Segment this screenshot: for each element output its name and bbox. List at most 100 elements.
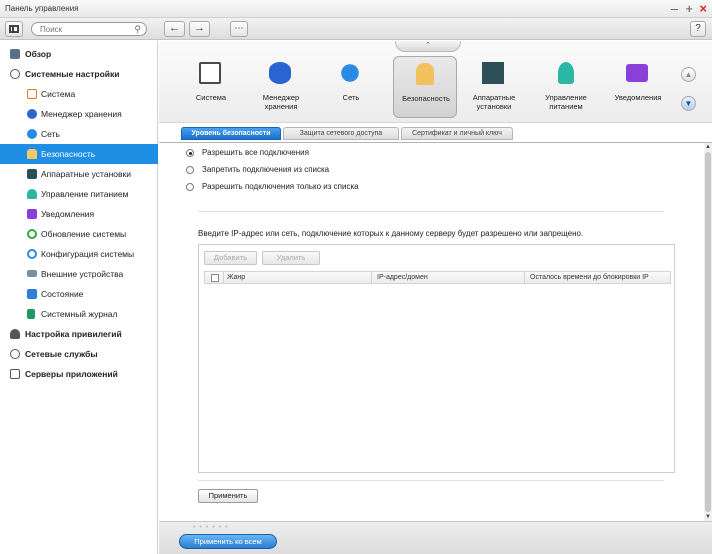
- main-panel: ⌃ Система Менеджер хранения Сеть Безопас…: [159, 41, 712, 554]
- sidebar-item-system-settings[interactable]: Системные настройки: [0, 64, 158, 84]
- sidebar-item-firmware-update[interactable]: Обновление системы: [0, 224, 158, 244]
- app-label: Менеджер хранения: [262, 93, 300, 111]
- sidebar-item-label: Система: [41, 89, 76, 99]
- sidebar-item-backup-restore[interactable]: Конфигурация системы: [0, 244, 158, 264]
- sidebar-item-storage[interactable]: Менеджер хранения: [0, 104, 158, 124]
- arrow-left-icon: ←: [169, 22, 180, 34]
- sidebar-item-status[interactable]: Состояние: [0, 284, 158, 304]
- scroll-up-button[interactable]: ▲: [681, 67, 696, 82]
- app-system[interactable]: Система: [179, 56, 243, 118]
- app-label: Управление питанием: [545, 93, 587, 111]
- overview-icon: [10, 49, 20, 59]
- back-button[interactable]: ←: [164, 21, 185, 37]
- sidebar-item-label: Аппаратные установки: [41, 169, 131, 179]
- update-icon: [27, 229, 37, 239]
- lock-icon: [416, 63, 434, 85]
- sidebar-item-external-devices[interactable]: Внешние устройства: [0, 264, 158, 284]
- search-box[interactable]: ⚲: [31, 22, 147, 36]
- app-network[interactable]: Сеть: [319, 56, 383, 118]
- security-level-content: Разрешить все подключения Запретить подк…: [159, 143, 704, 521]
- collapse-strip-button[interactable]: ⌃: [395, 41, 461, 52]
- external-device-icon: [27, 270, 37, 277]
- sidebar-item-overview[interactable]: Обзор: [0, 44, 158, 64]
- sidebar-item-hardware[interactable]: Аппаратные установки: [0, 164, 158, 184]
- add-button[interactable]: Добавить: [204, 251, 257, 265]
- search-icon[interactable]: ⚲: [134, 24, 141, 35]
- ip-instructions: Введите IP-адрес или сеть, подключение к…: [198, 229, 584, 238]
- sidebar-item-label: Серверы приложений: [25, 369, 118, 379]
- apps-menu-button[interactable]: ⋯: [230, 21, 248, 37]
- app-icon-strip: ⌃ Система Менеджер хранения Сеть Безопас…: [159, 41, 712, 123]
- column-header-type[interactable]: Жанр: [227, 274, 245, 281]
- vertical-scrollbar[interactable]: ▲ ▼: [704, 143, 712, 521]
- scroll-thumb[interactable]: [705, 152, 711, 512]
- storage-icon: [27, 109, 37, 119]
- arrow-right-icon: →: [194, 22, 205, 34]
- column-divider: [371, 272, 372, 283]
- panel-toggle-button[interactable]: [5, 21, 23, 37]
- tab-certificate-private-key[interactable]: Сертификат и личный ключ: [401, 127, 513, 140]
- scroll-up-arrow-icon[interactable]: ▲: [704, 143, 712, 151]
- sidebar-item-label: Системные настройки: [25, 69, 120, 79]
- app-hardware[interactable]: Аппаратные установки: [462, 56, 526, 118]
- column-divider: [223, 272, 224, 283]
- radio-label: Запретить подключения из списка: [202, 165, 330, 174]
- apply-all-button[interactable]: Применить ко всем: [179, 534, 277, 549]
- network-icon: [341, 64, 359, 82]
- tab-bar: Уровень безопасности Защита сетевого дос…: [159, 125, 712, 143]
- app-storage[interactable]: Менеджер хранения: [249, 56, 313, 118]
- system-icon: [27, 89, 37, 99]
- close-icon[interactable]: ×: [699, 0, 707, 18]
- app-power[interactable]: Управление питанием: [534, 56, 598, 118]
- app-notifications[interactable]: Уведомления: [606, 56, 670, 118]
- select-all-checkbox[interactable]: [211, 274, 219, 282]
- sidebar-item-notifications[interactable]: Уведомления: [0, 204, 158, 224]
- sidebar-item-security[interactable]: Безопасность: [0, 144, 158, 164]
- grid-icon: ⋯: [234, 23, 244, 33]
- radio-label: Разрешить все подключения: [202, 148, 309, 157]
- table-header: Жанр IP-адрес/домен Осталось времени до …: [204, 271, 671, 284]
- server-icon: [10, 369, 20, 379]
- title-bar: Панель управления – + ×: [0, 0, 712, 18]
- search-input[interactable]: [40, 24, 132, 34]
- sidebar-item-privilege-settings[interactable]: Настройка привилегий: [0, 324, 158, 344]
- sidebar-item-label: Обзор: [25, 49, 52, 59]
- scroll-down-button[interactable]: ▼: [681, 96, 696, 111]
- column-divider: [524, 272, 525, 283]
- maximize-icon[interactable]: +: [685, 0, 693, 18]
- app-label: Аппаратные установки: [472, 93, 516, 111]
- apply-button[interactable]: Применить: [198, 489, 258, 503]
- hardware-icon: [482, 62, 504, 84]
- panel-icon: [9, 25, 19, 33]
- remove-button[interactable]: Удалить: [262, 251, 320, 265]
- column-header-ip[interactable]: IP-адрес/домен: [377, 274, 428, 281]
- sidebar-item-label: Сеть: [41, 129, 60, 139]
- radio-button[interactable]: [186, 166, 194, 174]
- tab-security-level[interactable]: Уровень безопасности: [181, 127, 281, 140]
- sidebar-item-power[interactable]: Управление питанием: [0, 184, 158, 204]
- sidebar-item-network[interactable]: Сеть: [0, 124, 158, 144]
- app-label: Сеть: [342, 93, 360, 102]
- sidebar-item-label: Системный журнал: [41, 309, 118, 319]
- app-security[interactable]: Безопасность: [393, 56, 457, 118]
- sidebar-item-system-logs[interactable]: Системный журнал: [0, 304, 158, 324]
- radio-label: Разрешить подключения только из списка: [202, 182, 359, 191]
- sidebar-item-network-services[interactable]: Сетевые службы: [0, 344, 158, 364]
- monitor-icon: [27, 289, 37, 299]
- dots-decoration: • • • • • •: [193, 524, 229, 531]
- scroll-down-arrow-icon[interactable]: ▼: [704, 513, 712, 521]
- storage-icon: [269, 62, 291, 84]
- radio-button[interactable]: [186, 149, 194, 157]
- help-button[interactable]: ?: [690, 21, 706, 37]
- minimize-icon[interactable]: –: [671, 0, 678, 18]
- forward-button[interactable]: →: [189, 21, 210, 37]
- system-icon: [199, 62, 221, 84]
- column-header-time-left[interactable]: Осталось времени до блокировки IP: [530, 274, 649, 281]
- sidebar-item-system[interactable]: Система: [0, 84, 158, 104]
- log-icon: [27, 309, 35, 319]
- radio-button[interactable]: [186, 183, 194, 191]
- backup-icon: [27, 249, 37, 259]
- sidebar-item-application-servers[interactable]: Серверы приложений: [0, 364, 158, 384]
- notification-icon: [626, 64, 648, 82]
- tab-network-access-protection[interactable]: Защита сетевого доступа: [283, 127, 399, 140]
